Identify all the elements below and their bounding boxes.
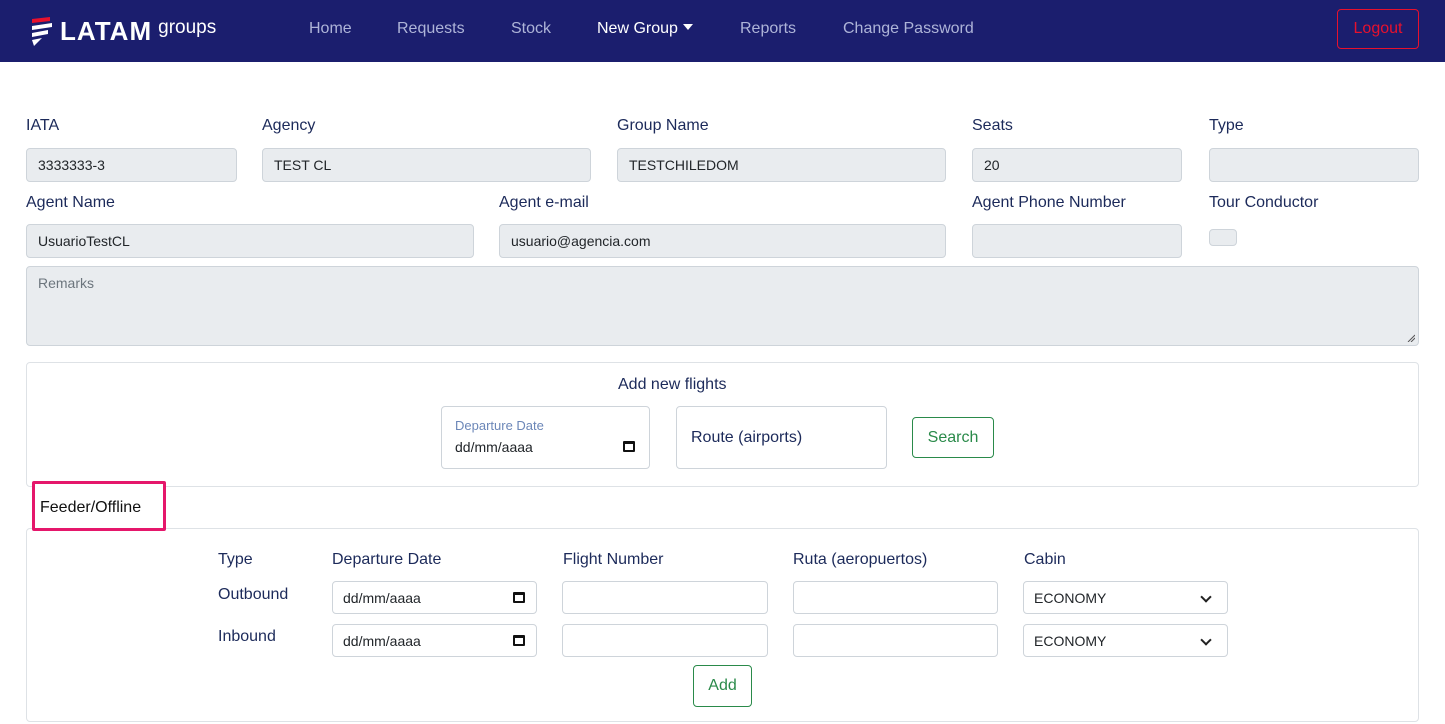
iata-field[interactable]: 3333333-3 [26,148,237,182]
type-label: Type [1209,117,1244,134]
nav-new-group-label: New Group [597,20,678,37]
tour-conductor-checkbox[interactable] [1209,229,1237,246]
chevron-down-icon [1200,591,1212,603]
agent-email-label: Agent e-mail [499,194,589,211]
inbound-date-value: dd/mm/aaaa [343,632,421,649]
agency-label: Agency [262,117,316,134]
logout-button[interactable]: Logout [1337,9,1419,49]
outbound-date-value: dd/mm/aaaa [343,589,421,606]
nav-stock[interactable]: Stock [511,20,551,38]
col-departure-header: Departure Date [332,551,442,568]
caret-down-icon [682,23,693,30]
agent-name-label: Agent Name [26,194,115,211]
latam-logo-icon [32,17,52,46]
chevron-down-icon [1200,634,1212,646]
agent-email-field[interactable]: usuario@agencia.com [499,224,946,258]
departure-date-input[interactable]: Departure Date dd/mm/aaaa [441,406,650,469]
remarks-placeholder: Remarks [38,275,95,291]
agent-phone-label: Agent Phone Number [972,194,1126,211]
top-navbar: LATAM groups Home Requests Stock New Gro… [0,0,1445,62]
outbound-cabin-value: ECONOMY [1034,589,1107,606]
search-button[interactable]: Search [912,417,994,458]
seats-field[interactable]: 20 [972,148,1182,182]
route-placeholder: Route (airports) [691,429,803,446]
col-flight-header: Flight Number [563,551,664,568]
nav-home[interactable]: Home [309,20,352,38]
col-route-header: Ruta (aeropuertos) [793,551,928,568]
add-flights-title: Add new flights [618,376,727,393]
calendar-icon[interactable] [513,592,525,603]
departure-date-label: Departure Date [455,418,544,433]
inbound-flight-number-input[interactable] [562,624,768,657]
departure-date-value: dd/mm/aaaa [455,439,533,455]
group-name-field[interactable]: TESTCHILEDOM [617,148,946,182]
inbound-date-input[interactable]: dd/mm/aaaa [332,624,537,657]
agency-field[interactable]: TEST CL [262,148,591,182]
brand-latam-text: LATAM [60,15,153,46]
feeder-title: Feeder/Offline [40,499,142,516]
remarks-textarea[interactable]: Remarks [26,266,1419,346]
resize-grip-icon[interactable] [1407,334,1415,342]
nav-new-group[interactable]: New Group [597,20,693,38]
outbound-type-label: Outbound [218,586,289,603]
iata-label: IATA [26,117,60,134]
col-type-header: Type [218,551,253,568]
nav-reports[interactable]: Reports [740,20,796,38]
outbound-route-input[interactable] [793,581,998,614]
outbound-flight-number-input[interactable] [562,581,768,614]
outbound-cabin-select[interactable]: ECONOMY [1023,581,1228,614]
calendar-icon[interactable] [513,635,525,646]
calendar-icon[interactable] [623,441,635,452]
inbound-type-label: Inbound [218,628,276,645]
add-button[interactable]: Add [693,665,752,707]
nav-change-password[interactable]: Change Password [843,20,974,38]
brand-logo[interactable]: LATAM groups [30,12,216,50]
col-cabin-header: Cabin [1024,551,1066,568]
tour-conductor-label: Tour Conductor [1209,194,1319,211]
inbound-cabin-value: ECONOMY [1034,632,1107,649]
brand-groups-text: groups [158,17,217,38]
agent-name-field[interactable]: UsuarioTestCL [26,224,474,258]
group-name-label: Group Name [617,117,709,134]
seats-label: Seats [972,117,1013,134]
inbound-route-input[interactable] [793,624,998,657]
type-field[interactable] [1209,148,1419,182]
agent-phone-field[interactable] [972,224,1182,258]
inbound-cabin-select[interactable]: ECONOMY [1023,624,1228,657]
outbound-date-input[interactable]: dd/mm/aaaa [332,581,537,614]
nav-requests[interactable]: Requests [397,20,465,38]
route-input[interactable]: Route (airports) [676,406,887,469]
